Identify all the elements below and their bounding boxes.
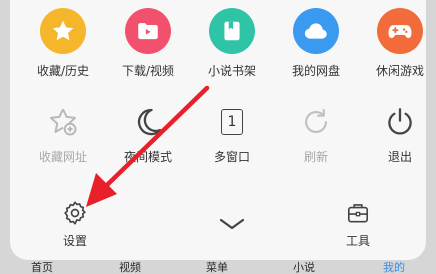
nav-me[interactable]: 我的 [369, 261, 419, 274]
video-folder-icon [125, 8, 171, 54]
casual-games-label: 休闲游戏 [375, 64, 424, 78]
book-icon [209, 8, 255, 54]
window-count-icon: 1 [214, 104, 250, 140]
refresh-label: 刷新 [303, 150, 328, 164]
bookmark-url-item[interactable]: 收藏网址 [23, 104, 103, 165]
tools-item[interactable]: 工具 [318, 198, 398, 249]
nav-home[interactable]: 首页 [17, 261, 67, 274]
refresh-icon [298, 104, 334, 140]
gamepad-icon [377, 8, 423, 54]
power-icon [382, 104, 418, 140]
toolbox-icon [343, 198, 373, 228]
bottom-nav: 首页 视频 菜单 小说 我的 [0, 260, 436, 274]
nav-menu[interactable]: 菜单 [192, 261, 242, 274]
moon-icon [130, 104, 166, 140]
casual-games-item[interactable]: 休闲游戏 [360, 8, 436, 79]
gear-icon [60, 198, 90, 228]
cloud-icon [293, 8, 339, 54]
nav-video[interactable]: 视频 [105, 261, 155, 274]
downloads-video-label: 下载/视频 [121, 64, 175, 78]
star-icon [40, 8, 86, 54]
settings-label: 设置 [62, 234, 87, 248]
nav-novel[interactable]: 小说 [279, 261, 329, 274]
chevron-down-icon [214, 206, 250, 242]
night-mode-label: 夜间模式 [123, 150, 172, 164]
night-mode-item[interactable]: 夜间模式 [108, 104, 188, 165]
tools-label: 工具 [345, 234, 370, 248]
refresh-item[interactable]: 刷新 [276, 104, 356, 165]
downloads-video-item[interactable]: 下载/视频 [108, 8, 188, 79]
collapse-menu-button[interactable] [192, 206, 272, 242]
cloud-drive-item[interactable]: 我的网盘 [276, 8, 356, 79]
cloud-drive-label: 我的网盘 [291, 64, 340, 78]
multi-window-item[interactable]: 1 多窗口 [192, 104, 272, 165]
exit-item[interactable]: 退出 [360, 104, 436, 165]
favorites-history-label: 收藏/历史 [36, 64, 90, 78]
add-star-icon [45, 104, 81, 140]
novel-shelf-label: 小说书架 [207, 64, 256, 78]
exit-label: 退出 [387, 150, 412, 164]
multi-window-label: 多窗口 [213, 150, 250, 164]
novel-shelf-item[interactable]: 小说书架 [192, 8, 272, 79]
menu-panel: 收藏/历史 下载/视频 小说书架 我的网盘 休闲游戏 收藏网址 夜间模式 1 多… [10, 0, 426, 260]
favorites-history-item[interactable]: 收藏/历史 [23, 8, 103, 79]
window-count: 1 [221, 109, 243, 135]
bookmark-url-label: 收藏网址 [38, 150, 87, 164]
settings-item[interactable]: 设置 [35, 198, 115, 249]
